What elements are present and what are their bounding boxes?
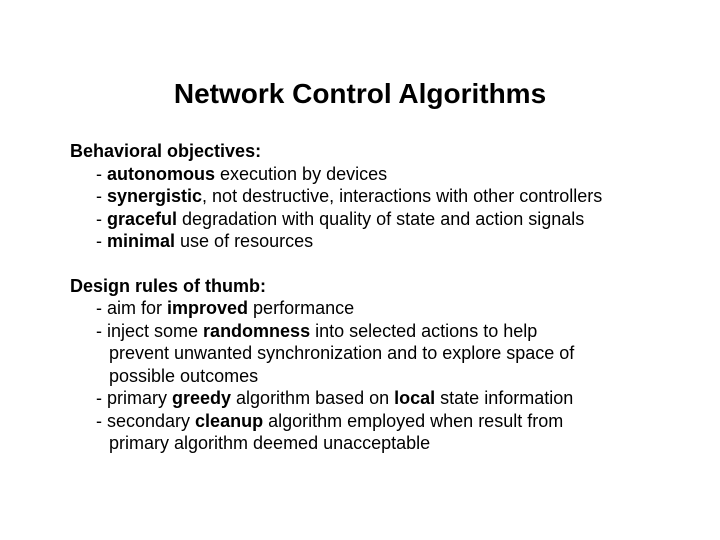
list-item: - graceful degradation with quality of s… [96,208,660,231]
item-text: algorithm based on [231,388,394,408]
item-text: performance [248,298,354,318]
item-dash: - [96,186,107,206]
list-item: - inject some randomness into selected a… [96,320,660,343]
list-item: - minimal use of resources [96,230,660,253]
section-gap [70,253,660,275]
item-dash: - [96,231,107,251]
list-item-continuation: prevent unwanted synchronization and to … [96,342,660,365]
item-keyword: greedy [172,388,231,408]
list-item: - secondary cleanup algorithm employed w… [96,410,660,433]
item-keyword: graceful [107,209,177,229]
slide-title: Network Control Algorithms [0,78,720,110]
item-text: - secondary [96,411,195,431]
list-item: - aim for improved performance [96,297,660,320]
section-heading-behavioral: Behavioral objectives: [70,140,660,163]
item-keyword: improved [167,298,248,318]
list-item-continuation: possible outcomes [96,365,660,388]
item-keyword: randomness [203,321,310,341]
list-item: - primary greedy algorithm based on loca… [96,387,660,410]
list-item: - autonomous execution by devices [96,163,660,186]
item-keyword: synergistic [107,186,202,206]
item-text: - aim for [96,298,167,318]
item-text: - inject some [96,321,203,341]
item-dash: - [96,164,107,184]
item-text: - primary [96,388,172,408]
item-keyword: minimal [107,231,175,251]
item-text: algorithm employed when result from [263,411,563,431]
item-text: into selected actions to help [310,321,537,341]
item-keyword: cleanup [195,411,263,431]
item-text: , not destructive, interactions with oth… [202,186,602,206]
list-item-continuation: primary algorithm deemed unacceptable [96,432,660,455]
item-text: execution by devices [215,164,387,184]
item-keyword: autonomous [107,164,215,184]
list-item: - synergistic, not destructive, interact… [96,185,660,208]
slide: Network Control Algorithms Behavioral ob… [0,0,720,540]
item-dash: - [96,209,107,229]
item-text: use of resources [175,231,313,251]
item-text: state information [435,388,573,408]
slide-body: Behavioral objectives: - autonomous exec… [70,140,660,455]
section-heading-design: Design rules of thumb: [70,275,660,298]
item-text: degradation with quality of state and ac… [177,209,584,229]
item-keyword: local [394,388,435,408]
